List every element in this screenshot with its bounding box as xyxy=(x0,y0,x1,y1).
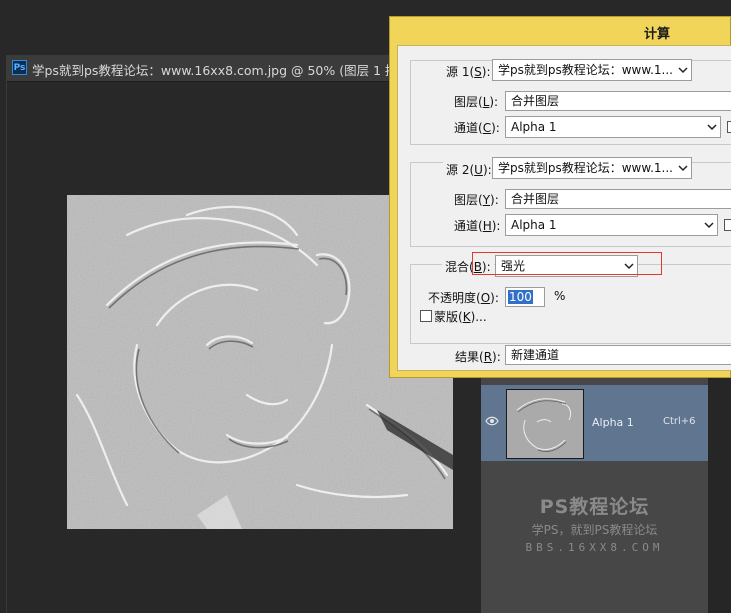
channel-row-alpha1[interactable]: Alpha 1 Ctrl+6 xyxy=(481,385,708,461)
chevron-down-icon xyxy=(704,222,714,229)
source1-channel-select[interactable]: Alpha 1 xyxy=(505,116,721,138)
blend-label: 混合(B): xyxy=(442,258,494,275)
dialog-title: 计算 xyxy=(644,27,671,42)
source1-channel-label: 通道(C): xyxy=(454,121,500,135)
source2-label: 源 2(U): xyxy=(443,161,495,178)
mask-checkbox[interactable] xyxy=(420,310,432,322)
source2-channel-select[interactable]: Alpha 1 xyxy=(505,214,718,236)
blend-mode-select[interactable]: 强光 xyxy=(495,255,638,277)
result-select[interactable]: 新建通道 xyxy=(505,345,731,365)
source1-invert-checkbox[interactable] xyxy=(727,121,731,133)
visibility-eye-icon[interactable] xyxy=(485,415,499,427)
source2-invert-checkbox[interactable] xyxy=(724,219,731,231)
watermark-title: PS教程论坛 xyxy=(539,496,650,518)
watermark: PS教程论坛 学PS，就到PS教程论坛 BBS.16XX8.COM xyxy=(481,492,708,554)
opacity-label: 不透明度(O): xyxy=(428,291,499,305)
source2-layer-field[interactable]: 合并图层 xyxy=(505,189,731,209)
mask-label[interactable]: 蒙版(K)... xyxy=(434,308,487,325)
dialog-body: 源 1(S): 学ps就到ps教程论坛：www.1... 图层(L): 合并图层… xyxy=(397,45,731,371)
channel-name: Alpha 1 xyxy=(592,416,634,429)
source2-channel-label: 通道(H): xyxy=(454,219,501,233)
source1-label: 源 1(S): xyxy=(443,63,494,80)
chevron-down-icon xyxy=(624,263,634,270)
panel-dock-strip xyxy=(708,372,731,613)
watermark-subtitle: 学PS，就到PS教程论坛 xyxy=(531,523,658,537)
channel-shortcut: Ctrl+6 xyxy=(663,416,696,427)
channel-thumbnail xyxy=(506,389,584,459)
dialog-titlebar[interactable]: 计算 xyxy=(390,17,730,45)
chevron-down-icon xyxy=(678,67,688,74)
source1-select[interactable]: 学ps就到ps教程论坛：www.1... xyxy=(492,59,692,81)
chevron-down-icon xyxy=(678,165,688,172)
calculations-dialog: 计算 源 1(S): 学ps就到ps教程论坛：www.1... 图层(L): 合… xyxy=(389,16,731,378)
source1-layer-field[interactable]: 合并图层 xyxy=(505,91,731,111)
document-title: 学ps就到ps教程论坛：www.16xx8.com.jpg @ 50% (图层 … xyxy=(32,63,427,78)
source2-layer-label: 图层(Y): xyxy=(454,193,499,207)
result-label: 结果(R): xyxy=(455,350,501,364)
source2-select[interactable]: 学ps就到ps教程论坛：www.1... xyxy=(492,157,692,179)
chevron-down-icon xyxy=(707,124,717,131)
photoshop-icon: Ps xyxy=(12,60,27,75)
watermark-url: BBS.16XX8.COM xyxy=(525,541,664,554)
opacity-unit: % xyxy=(554,289,566,303)
source1-layer-label: 图层(L): xyxy=(454,95,499,109)
opacity-input[interactable]: 100 xyxy=(505,287,545,307)
